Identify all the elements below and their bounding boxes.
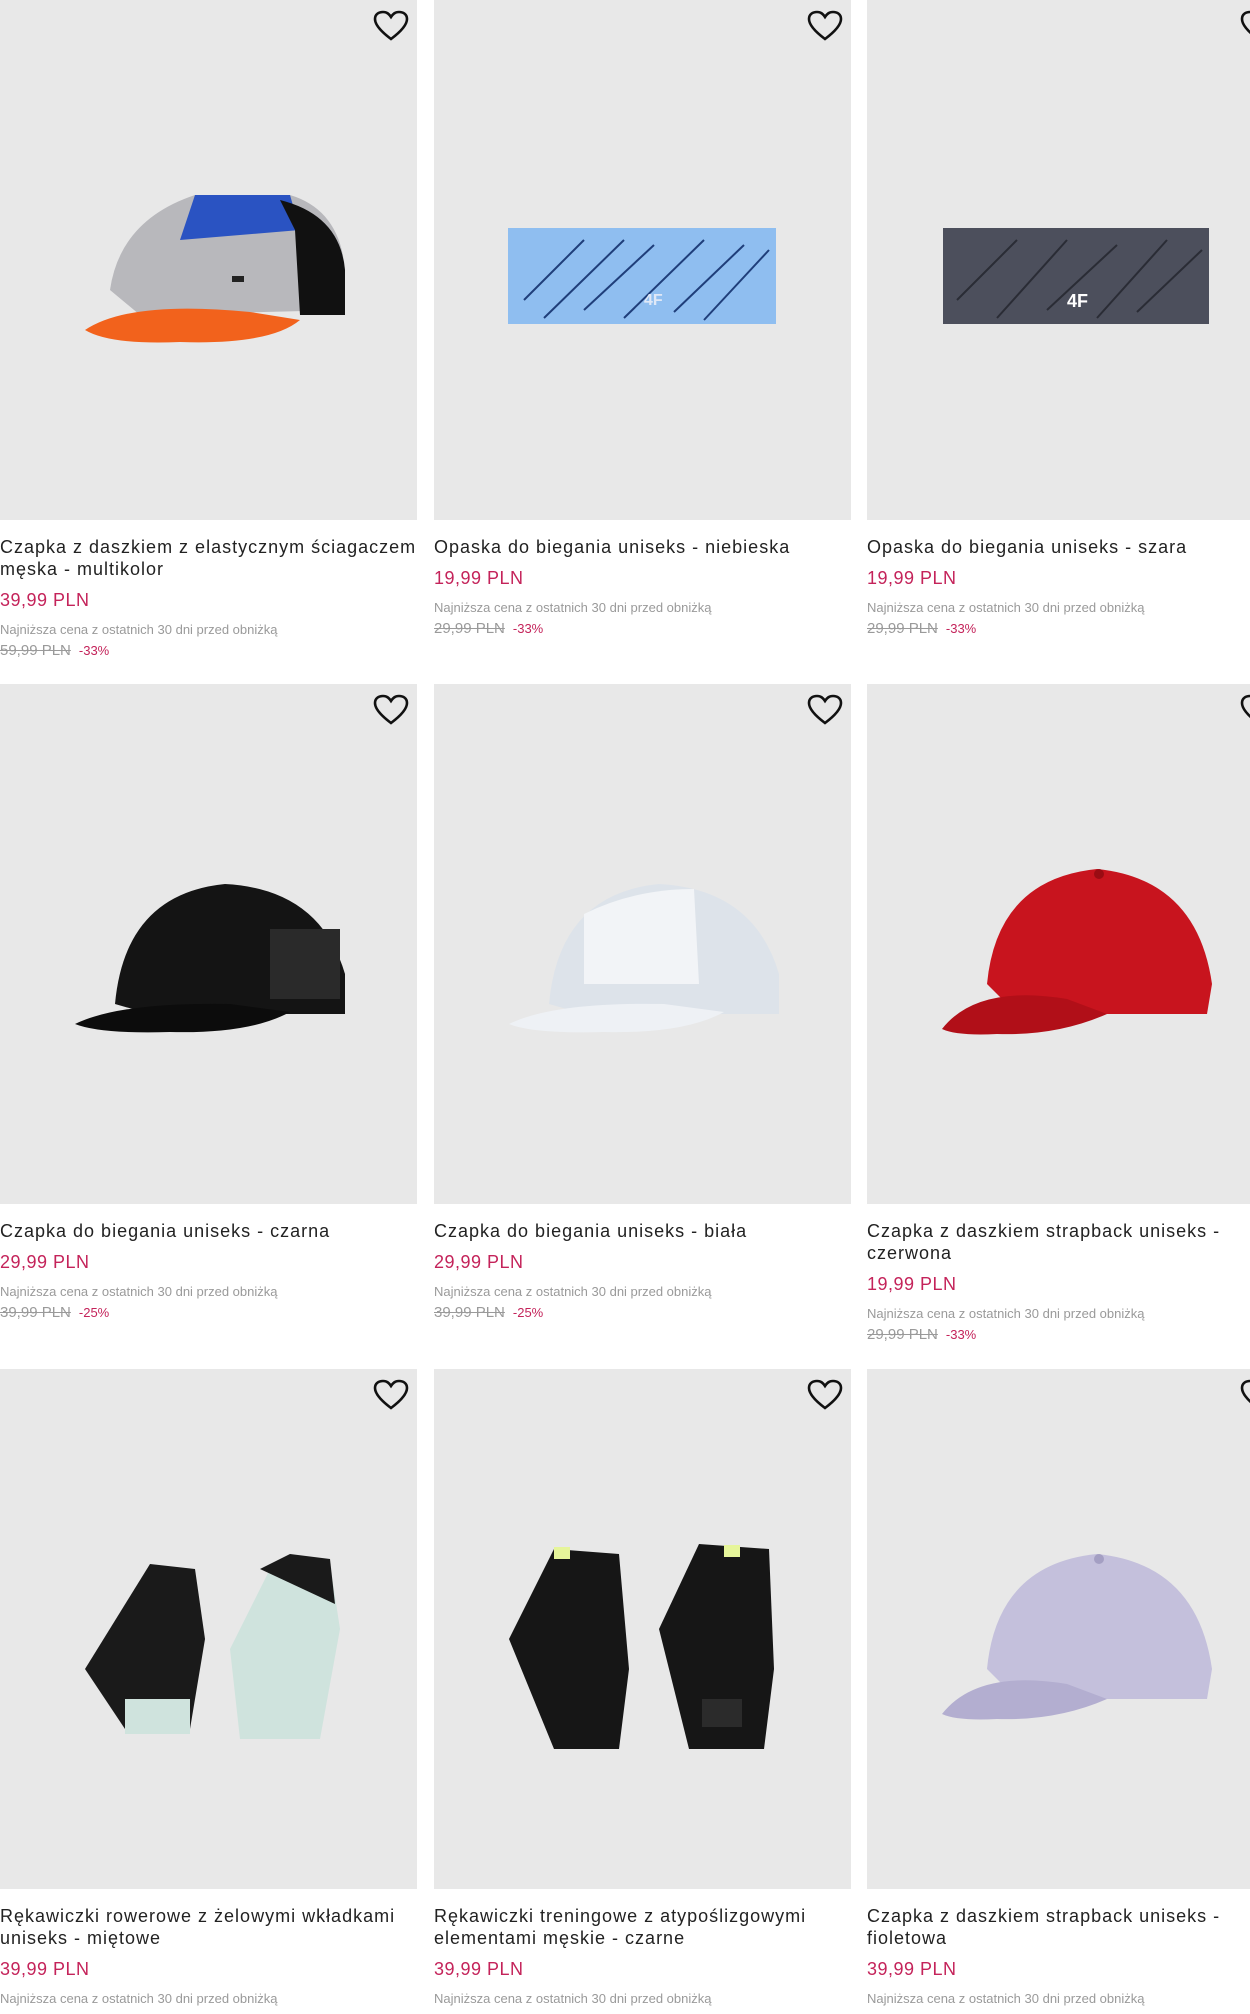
product-price: 39,99 PLN — [434, 1959, 524, 1979]
svg-text:4F: 4F — [1067, 291, 1088, 311]
favorite-button[interactable] — [373, 10, 409, 42]
product-price: 19,99 PLN — [434, 568, 524, 588]
product-card[interactable]: Czapka do biegania uniseks - biała 29,99… — [434, 684, 851, 1322]
product-image[interactable] — [434, 1369, 851, 1889]
product-card[interactable]: 4F Opaska do biegania uniseks - szara 19… — [867, 0, 1250, 638]
product-image[interactable]: 4F — [434, 0, 851, 520]
product-image-white-cap — [509, 884, 779, 1033]
product-image-blue-headband: 4F — [508, 228, 776, 324]
svg-text:4F: 4F — [644, 292, 663, 309]
product-card[interactable]: Rękawiczki rowerowe z żelowymi wkładkami… — [0, 1369, 417, 2007]
heart-outline-icon — [807, 1379, 843, 1410]
lowest-price-label: Najniższa cena z ostatnich 30 dni przed … — [434, 600, 712, 615]
product-card[interactable]: Czapka z daszkiem strapback uniseks - fi… — [867, 1369, 1250, 2007]
lowest-price-label: Najniższa cena z ostatnich 30 dni przed … — [434, 1284, 712, 1299]
product-image[interactable] — [867, 684, 1250, 1204]
lowest-price-label: Najniższa cena z ostatnich 30 dni przed … — [434, 1991, 712, 2006]
lowest-price-label: Najniższa cena z ostatnich 30 dni przed … — [867, 1306, 1145, 1321]
product-price: 19,99 PLN — [867, 1274, 957, 1294]
old-price-row: 29,99 PLN -33% — [867, 1326, 1250, 1344]
product-price: 39,99 PLN — [0, 590, 90, 610]
favorite-button[interactable] — [373, 694, 409, 726]
product-price: 19,99 PLN — [867, 568, 957, 588]
old-price: 29,99 PLN — [434, 620, 505, 637]
product-card[interactable]: 4F Opaska do biegania uniseks - niebiesk… — [434, 0, 851, 638]
discount-badge: -33% — [945, 621, 977, 636]
product-image-violet-cap — [942, 1554, 1212, 1720]
favorite-button[interactable] — [807, 10, 843, 42]
product-title[interactable]: Czapka do biegania uniseks - biała — [434, 1220, 851, 1242]
product-card[interactable]: Rękawiczki treningowe z atypoślizgowymi … — [434, 1369, 851, 2007]
lowest-price-label: Najniższa cena z ostatnich 30 dni przed … — [867, 600, 1145, 615]
product-image[interactable] — [867, 1369, 1250, 1889]
product-card[interactable]: Czapka z daszkiem z elastycznym ściagacz… — [0, 0, 417, 660]
old-price-row: 39,99 PLN -25% — [434, 1304, 851, 1322]
product-image[interactable] — [0, 1369, 417, 1889]
favorite-button[interactable] — [807, 1379, 843, 1411]
heart-outline-icon — [807, 10, 843, 41]
product-title[interactable]: Czapka do biegania uniseks - czarna — [0, 1220, 417, 1242]
discount-badge: -25% — [78, 1305, 110, 1320]
favorite-button[interactable] — [1240, 694, 1250, 726]
old-price-row: 39,99 PLN -25% — [0, 1304, 417, 1322]
product-title[interactable]: Czapka z daszkiem strapback uniseks - fi… — [867, 1905, 1250, 1949]
heart-outline-icon — [373, 10, 409, 41]
heart-outline-icon — [1240, 694, 1250, 719]
product-title[interactable]: Czapka z daszkiem strapback uniseks - cz… — [867, 1220, 1250, 1264]
product-image[interactable] — [0, 0, 417, 520]
product-card[interactable]: Czapka z daszkiem strapback uniseks - cz… — [867, 684, 1250, 1344]
product-image-black-cap — [75, 884, 345, 1033]
heart-outline-icon — [373, 1379, 409, 1410]
lowest-price-label: Najniższa cena z ostatnich 30 dni przed … — [0, 622, 278, 637]
heart-outline-icon — [373, 694, 409, 725]
product-image[interactable]: 4F — [867, 0, 1250, 520]
old-price: 29,99 PLN — [867, 1326, 938, 1343]
favorite-button[interactable] — [807, 694, 843, 726]
lowest-price-label: Najniższa cena z ostatnich 30 dni przed … — [867, 1991, 1145, 2006]
discount-badge: -33% — [945, 1327, 977, 1342]
product-title[interactable]: Rękawiczki treningowe z atypoślizgowymi … — [434, 1905, 851, 1949]
product-title[interactable]: Czapka z daszkiem z elastycznym ściagacz… — [0, 536, 417, 580]
product-title[interactable]: Opaska do biegania uniseks - niebieska — [434, 536, 851, 558]
product-price: 39,99 PLN — [0, 1959, 90, 1979]
heart-outline-icon — [807, 694, 843, 725]
product-price: 29,99 PLN — [0, 1252, 90, 1272]
product-image-mint-gloves — [85, 1554, 340, 1739]
lowest-price-label: Najniższa cena z ostatnich 30 dni przed … — [0, 1991, 278, 2006]
old-price: 39,99 PLN — [434, 1304, 505, 1321]
product-image-black-training-gloves — [509, 1544, 774, 1749]
favorite-button[interactable] — [1240, 1379, 1250, 1411]
product-image[interactable] — [0, 684, 417, 1204]
favorite-button[interactable] — [373, 1379, 409, 1411]
heart-outline-icon — [1240, 1379, 1250, 1404]
product-title[interactable]: Opaska do biegania uniseks - szara — [867, 536, 1250, 558]
product-image-grey-headband: 4F — [943, 228, 1209, 324]
favorite-button[interactable] — [1240, 10, 1250, 42]
product-image-multicolor-cap — [85, 195, 345, 343]
old-price: 59,99 PLN — [0, 642, 71, 659]
old-price-row: 29,99 PLN -33% — [867, 620, 1250, 638]
discount-badge: -33% — [78, 643, 110, 658]
product-price: 29,99 PLN — [434, 1252, 524, 1272]
old-price: 39,99 PLN — [0, 1304, 71, 1321]
product-grid: Czapka z daszkiem z elastycznym ściagacz… — [0, 0, 1250, 2014]
product-price: 39,99 PLN — [867, 1959, 957, 1979]
discount-badge: -25% — [512, 1305, 544, 1320]
old-price-row: 59,99 PLN -33% — [0, 642, 417, 660]
lowest-price-label: Najniższa cena z ostatnich 30 dni przed … — [0, 1284, 278, 1299]
heart-outline-icon — [1240, 10, 1250, 35]
product-image[interactable] — [434, 684, 851, 1204]
old-price-row: 29,99 PLN -33% — [434, 620, 851, 638]
old-price: 29,99 PLN — [867, 620, 938, 637]
product-title[interactable]: Rękawiczki rowerowe z żelowymi wkładkami… — [0, 1905, 417, 1949]
product-card[interactable]: Czapka do biegania uniseks - czarna 29,9… — [0, 684, 417, 1322]
discount-badge: -33% — [512, 621, 544, 636]
product-image-red-cap — [942, 869, 1212, 1035]
